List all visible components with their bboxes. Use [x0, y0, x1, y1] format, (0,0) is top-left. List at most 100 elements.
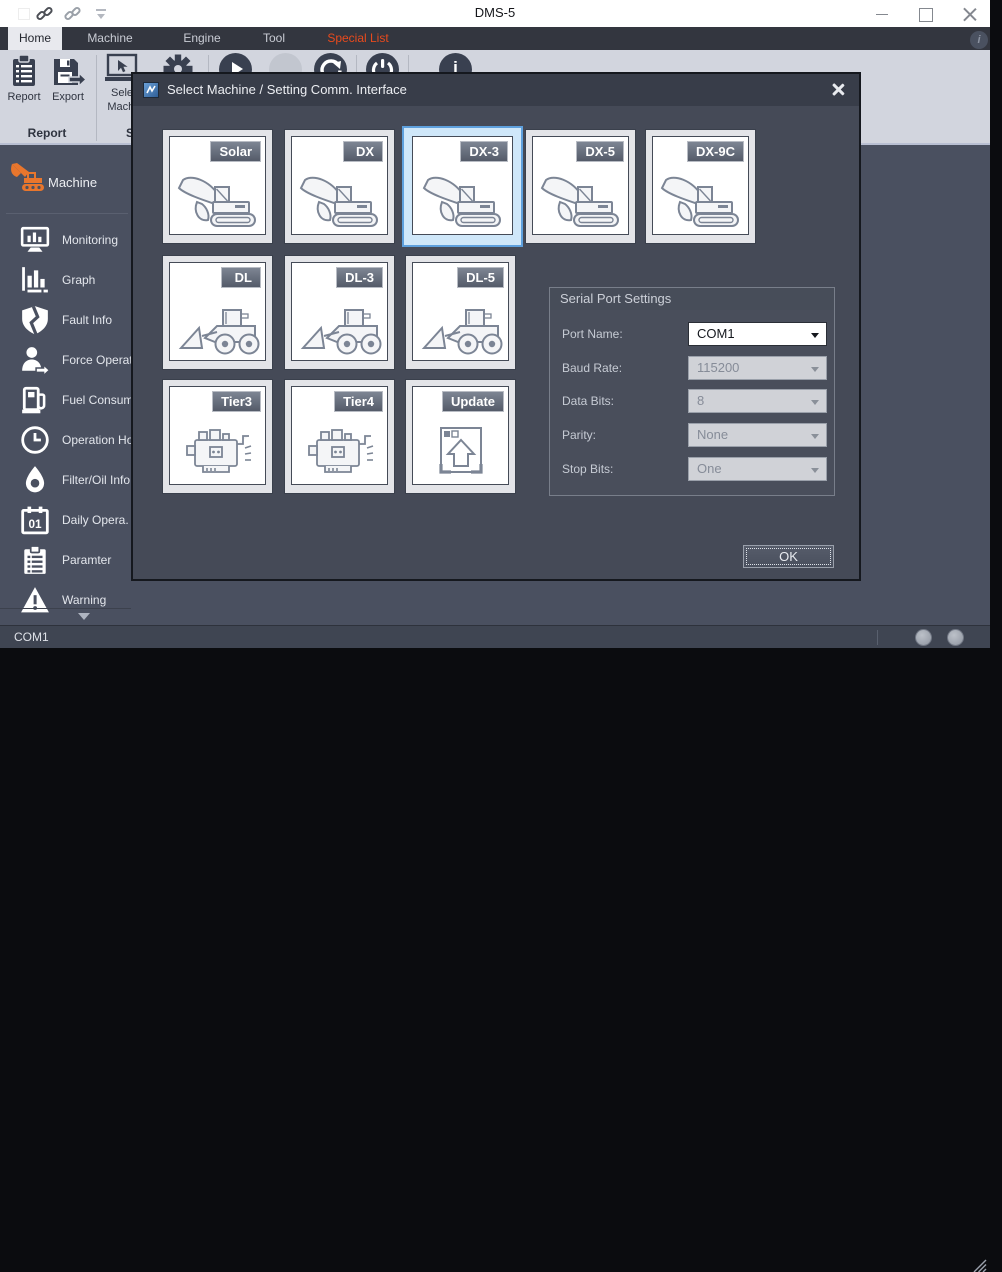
update-drawing [418, 422, 504, 480]
sidebar-item-graph[interactable]: Graph [0, 260, 131, 300]
maximize-button[interactable] [917, 6, 933, 22]
sidebar-item-fault-info[interactable]: Fault Info [0, 300, 131, 340]
tile-frame: DX [291, 136, 388, 235]
export-label: Export [46, 91, 90, 103]
baud-rate-value: 115200 [697, 360, 739, 375]
tile-badge: DX-5 [576, 141, 624, 162]
tile-frame: Update [412, 386, 509, 485]
clock-icon [20, 425, 50, 455]
tile-frame: Tier3 [169, 386, 266, 485]
tab-machine-info[interactable]: Machine Info [78, 27, 142, 50]
sidebar-item-machine[interactable]: Machine [0, 159, 131, 211]
report-label: Report [2, 91, 46, 103]
tab-engine-info[interactable]: Engine Info [172, 27, 232, 50]
serial-port-settings-panel: Serial Port Settings Port Name: COM1 Bau… [549, 287, 835, 496]
export-button[interactable]: Export [46, 53, 90, 103]
window-title: DMS-5 [0, 5, 990, 20]
parity-label: Parity: [562, 428, 596, 442]
chevron-down-icon [811, 400, 819, 405]
tab-tool[interactable]: Tool [261, 27, 287, 50]
excavator-drawing [538, 172, 624, 230]
tile-frame: DX-9C [652, 136, 749, 235]
sidebar-item-fuel-consumption[interactable]: Fuel Consump [0, 380, 131, 420]
sidebar-item-label: Monitoring [62, 233, 118, 247]
wheel-loader-drawing [175, 298, 261, 356]
sidebar-item-label: Operation Hou [62, 433, 131, 447]
statusbar: COM1 [0, 625, 990, 648]
machine-tile-dx3-selected[interactable]: DX-3 [402, 126, 523, 247]
machine-tile-dx9c[interactable]: DX-9C [645, 129, 756, 244]
tab-home[interactable]: Home [8, 27, 62, 50]
tile-badge: DL [221, 267, 261, 288]
titlebar: DMS-5 [0, 0, 990, 27]
machine-tile-update[interactable]: Update [405, 379, 516, 494]
sidebar-item-operation-hours[interactable]: Operation Hou [0, 420, 131, 460]
oil-drop-icon [20, 465, 50, 495]
minimize-button[interactable] [874, 6, 890, 22]
sidebar-scroll-down-icon[interactable] [78, 613, 90, 620]
excavator-drawing [297, 172, 383, 230]
fuel-pump-icon [20, 385, 50, 415]
machine-tile-tier4[interactable]: Tier4 [284, 379, 395, 494]
sidebar: Machine Monitoring Graph [0, 145, 131, 625]
calendar-icon: 01 [20, 505, 50, 535]
parity-select: None [688, 423, 827, 447]
chevron-down-icon [811, 333, 819, 338]
tile-frame: DX-5 [532, 136, 629, 235]
sidebar-item-filter-oil-info[interactable]: Filter/Oil Info [0, 460, 131, 500]
fault-shield-icon [20, 305, 50, 335]
ribbon-info-icon[interactable]: i [970, 31, 988, 49]
sidebar-item-label: Paramter [62, 553, 111, 567]
machine-tile-tier3[interactable]: Tier3 [162, 379, 273, 494]
baud-rate-select: 115200 [688, 356, 827, 380]
machine-excavator-icon [10, 163, 46, 193]
machine-tile-dx5[interactable]: DX-5 [525, 129, 636, 244]
resize-grip[interactable] [973, 1259, 987, 1272]
baud-rate-label: Baud Rate: [562, 361, 622, 375]
stop-bits-value: One [697, 461, 722, 476]
sidebar-item-label: Daily Opera. I [62, 513, 131, 527]
machine-tile-dx[interactable]: DX [284, 129, 395, 244]
sidebar-item-warning[interactable]: Warning [0, 580, 131, 620]
report-button[interactable]: Report [2, 53, 46, 103]
ribbon-separator [96, 55, 97, 141]
sidebar-item-label: Filter/Oil Info [62, 473, 130, 487]
sidebar-item-force-operation[interactable]: Force Operati [0, 340, 131, 380]
port-name-label: Port Name: [562, 327, 623, 341]
sidebar-scroll-divider [0, 608, 131, 609]
desktop-edge-bottom [0, 648, 1002, 654]
report-icon [6, 53, 42, 89]
ok-button[interactable]: OK [743, 545, 834, 568]
status-indicator-icon [947, 629, 964, 646]
tile-badge: DL-3 [336, 267, 383, 288]
sidebar-item-parameter[interactable]: Paramter [0, 540, 131, 580]
machine-tile-dl5[interactable]: DL-5 [405, 255, 516, 370]
engine-drawing [297, 422, 383, 480]
tab-special-list-mode[interactable]: Special List Mode [316, 27, 400, 50]
tile-badge: DX-3 [460, 141, 508, 162]
ribbon-group-report-label: Report [0, 126, 94, 140]
dialog-titlebar: Select Machine / Setting Comm. Interface [133, 74, 859, 106]
close-button[interactable] [962, 6, 978, 22]
stop-bits-select: One [688, 457, 827, 481]
sidebar-item-daily-operation[interactable]: 01 Daily Opera. I [0, 500, 131, 540]
port-name-select[interactable]: COM1 [688, 322, 827, 346]
tile-badge: Tier3 [212, 391, 261, 412]
statusbar-separator [877, 630, 878, 645]
dialog-title: Select Machine / Setting Comm. Interface [167, 82, 407, 97]
chevron-down-icon [811, 434, 819, 439]
port-name-value: COM1 [697, 326, 735, 341]
chevron-down-icon [811, 367, 819, 372]
machine-tile-dl3[interactable]: DL-3 [284, 255, 395, 370]
dialog-close-icon[interactable] [830, 82, 845, 97]
tile-badge: DX [343, 141, 383, 162]
machine-tile-solar[interactable]: Solar [162, 129, 273, 244]
sidebar-item-label: Fault Info [62, 313, 112, 327]
sidebar-item-label: Graph [62, 273, 95, 287]
excavator-drawing [658, 172, 744, 230]
machine-tile-dl[interactable]: DL [162, 255, 273, 370]
tile-badge: DX-9C [687, 141, 744, 162]
sidebar-item-monitoring[interactable]: Monitoring [0, 220, 131, 260]
tile-frame: DL [169, 262, 266, 361]
sidebar-item-label: Force Operati [62, 353, 131, 367]
